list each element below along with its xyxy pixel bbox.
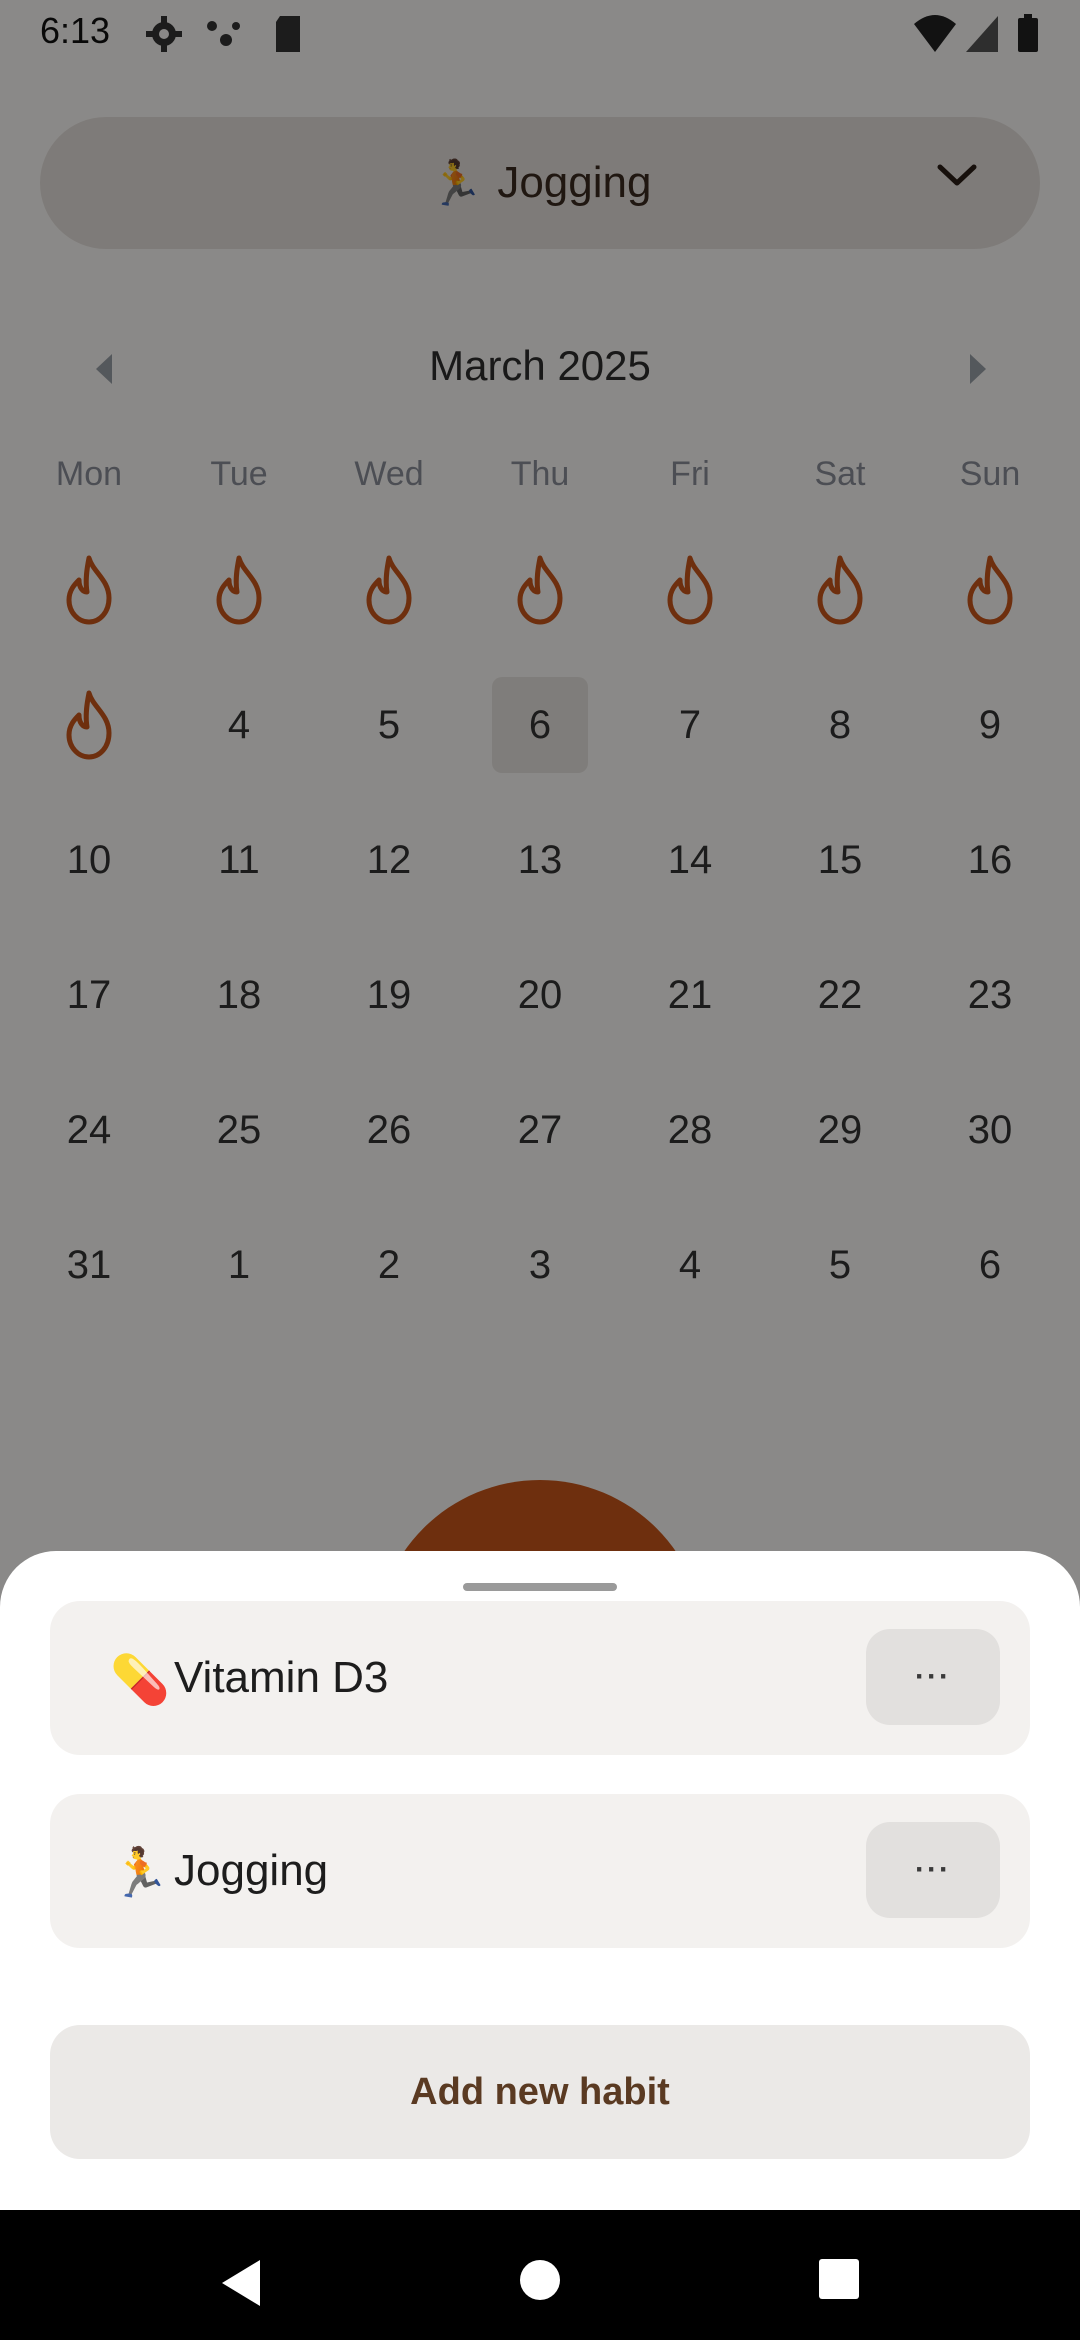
pill-icon: 💊: [110, 1654, 170, 1707]
drag-handle[interactable]: [463, 1583, 617, 1591]
more-options-button[interactable]: ···: [866, 1629, 1000, 1725]
habit-item-vitamin-d3[interactable]: 💊 Vitamin D3 ···: [50, 1601, 1030, 1755]
habit-name: Jogging: [174, 1846, 329, 1895]
habit-name: Vitamin D3: [174, 1653, 389, 1702]
home-icon[interactable]: [518, 2258, 562, 2307]
back-icon[interactable]: [218, 2258, 264, 2313]
more-options-button[interactable]: ···: [866, 1822, 1000, 1918]
habits-bottom-sheet: 💊 Vitamin D3 ··· 🏃 Jogging ··· Add new h…: [0, 1551, 1080, 2211]
app-root: 6:13 🏃 Jogging March 2025 Mon Tue Wed Th…: [0, 0, 1080, 2340]
runner-icon: 🏃: [110, 1847, 170, 1900]
add-new-habit-button[interactable]: Add new habit: [50, 2025, 1030, 2159]
recents-icon[interactable]: [818, 2258, 860, 2305]
system-nav-bar: [0, 2210, 1080, 2340]
habit-item-jogging[interactable]: 🏃 Jogging ···: [50, 1794, 1030, 1948]
